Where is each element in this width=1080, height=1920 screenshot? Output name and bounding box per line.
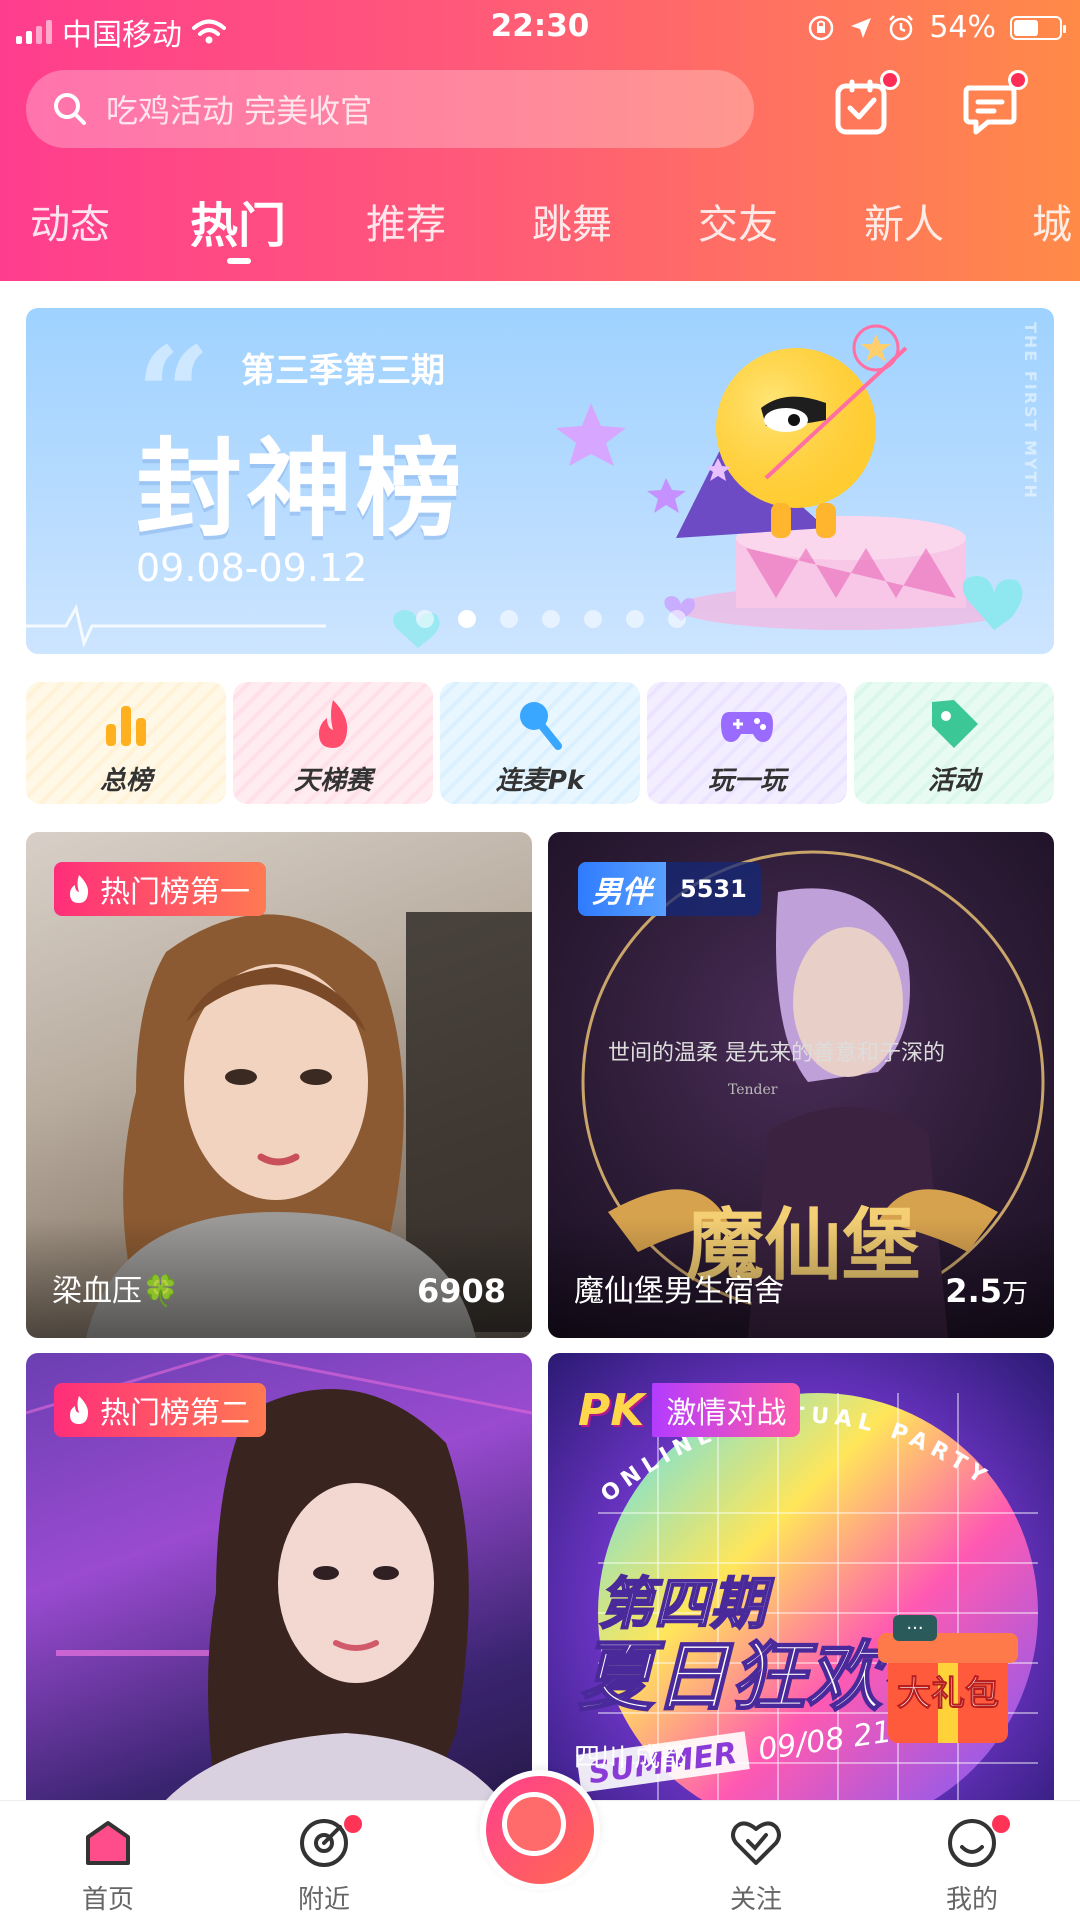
svg-text:···: ···: [906, 1618, 923, 1639]
room-card[interactable]: 热门榜第一 梁血压🍀 6908: [26, 832, 532, 1338]
pk-tag: 激情对战: [652, 1383, 801, 1437]
flame-icon: [70, 1396, 89, 1424]
battery-percent: 54%: [929, 10, 996, 45]
carousel-dots: [416, 610, 686, 628]
pk-label: PK: [578, 1384, 645, 1436]
gamepad-icon: [721, 712, 773, 742]
nav-home[interactable]: 首页: [48, 1815, 168, 1916]
battery-icon: [1010, 15, 1066, 40]
message-button[interactable]: [960, 70, 1028, 138]
tab-city[interactable]: 城: [1032, 192, 1072, 250]
badge-tag: 男伴: [578, 862, 666, 916]
room-name: 魔仙堡男生宿舍: [574, 1274, 784, 1309]
banner-title: 封神榜: [136, 428, 466, 551]
flame-icon: [70, 875, 89, 903]
room-name: 梁血压🍀: [52, 1274, 180, 1309]
hot-rank-badge: 热门榜第一: [54, 862, 266, 916]
banner-subtitle: 第三季第三期: [241, 351, 445, 391]
carousel-dot[interactable]: [458, 610, 476, 628]
notification-dot: [344, 1815, 362, 1833]
svg-text:第四期: 第四期: [598, 1572, 775, 1637]
banner-side-text: THE FIRST MYTH: [1021, 322, 1040, 500]
home-icon: [86, 1821, 130, 1865]
carousel-dot[interactable]: [584, 610, 602, 628]
screen: 中国移动 22:30 54% 吃鸡活动 完美收官 动态 热门 推荐 跳舞 交友 …: [0, 0, 1080, 1920]
go-live-button[interactable]: [480, 1770, 600, 1890]
category-tabs: 动态 热门 推荐 跳舞 交友 新人 城: [0, 192, 1080, 262]
search-icon: [54, 93, 86, 125]
search-bar[interactable]: 吃鸡活动 完美收官: [26, 70, 754, 148]
room-card[interactable]: 热门榜第二: [26, 1353, 532, 1859]
tab-xinren[interactable]: 新人: [864, 192, 944, 250]
task-button[interactable]: [832, 70, 900, 138]
svg-text:Tender: Tender: [728, 1082, 778, 1098]
category-label: 活动: [927, 766, 980, 796]
viewer-count: 6908: [416, 1272, 506, 1310]
svg-text:大礼包: 大礼包: [897, 1674, 999, 1714]
category-label: 总榜: [99, 766, 152, 796]
svg-text:世间的温柔 是先来的善意和于深的: 世间的温柔 是先来的善意和于深的: [608, 1041, 945, 1066]
tab-indicator: [227, 258, 251, 264]
location-icon: [851, 17, 872, 38]
tab-remen[interactable]: 热门: [190, 192, 286, 256]
tab-jiaoyou[interactable]: 交友: [698, 192, 778, 250]
category-label: 连麦Pk: [495, 766, 585, 796]
tag-icon: [932, 700, 978, 748]
heart-check-icon: [731, 1821, 781, 1865]
status-bar: 中国移动 22:30 54%: [0, 0, 1080, 56]
banner-date: 09.08-09.12: [136, 546, 368, 590]
viewer-count: 2.5万: [945, 1272, 1028, 1310]
flame-icon: [319, 700, 348, 748]
promo-banner[interactable]: “ 第三季第三期 封神榜 09.08-09.12 THE FIRST MYTH: [26, 308, 1054, 654]
carousel-dot[interactable]: [416, 610, 434, 628]
tab-tiaowu[interactable]: 跳舞: [532, 192, 612, 250]
nav-me[interactable]: 我的: [912, 1815, 1032, 1916]
rotation-lock-icon: [809, 15, 834, 40]
pk-badge: PK 激情对战: [570, 1383, 801, 1437]
notification-dot: [1008, 70, 1028, 90]
category-label: 玩一玩: [707, 766, 786, 796]
category-label: 天梯赛: [293, 766, 372, 796]
room-card[interactable]: 魔仙堡 世间的温柔 是先来的善意和于深的 Tender 男伴 5531 魔仙堡男…: [548, 832, 1054, 1338]
nav-follow[interactable]: 关注: [696, 1815, 816, 1916]
nav-nearby[interactable]: 附近: [264, 1815, 384, 1916]
tab-tuijian[interactable]: 推荐: [366, 192, 446, 250]
notification-dot: [992, 1815, 1010, 1833]
category-activity[interactable]: 活动: [854, 682, 1054, 804]
carousel-dot[interactable]: [542, 610, 560, 628]
carousel-dot[interactable]: [626, 610, 644, 628]
header: 中国移动 22:30 54% 吃鸡活动 完美收官 动态 热门 推荐 跳舞 交友 …: [0, 0, 1080, 281]
category-ladder[interactable]: 天梯赛: [233, 682, 433, 804]
live-record-icon: [502, 1792, 566, 1856]
notification-dot: [880, 70, 900, 90]
male-companion-badge: 男伴 5531: [578, 862, 761, 916]
search-placeholder: 吃鸡活动 完美收官: [106, 92, 373, 130]
hot-rank-badge: 热门榜第二: [54, 1383, 266, 1437]
category-mic-pk[interactable]: 连麦Pk: [440, 682, 640, 804]
carousel-dot[interactable]: [500, 610, 518, 628]
category-play[interactable]: 玩一玩: [647, 682, 847, 804]
tab-dongtai[interactable]: 动态: [30, 192, 110, 250]
badge-number: 5531: [666, 862, 761, 916]
alarm-icon: [889, 14, 914, 40]
bar-chart-icon: [106, 706, 146, 746]
microphone-icon: [520, 702, 562, 750]
category-total-rank[interactable]: 总榜: [26, 682, 226, 804]
room-card[interactable]: ONLINE VIRTUAL PARTY 第四期 夏日狂欢夜 SUMMER 09…: [548, 1353, 1054, 1859]
room-location: 四川 成都: [574, 1743, 687, 1773]
carousel-dot[interactable]: [668, 610, 686, 628]
